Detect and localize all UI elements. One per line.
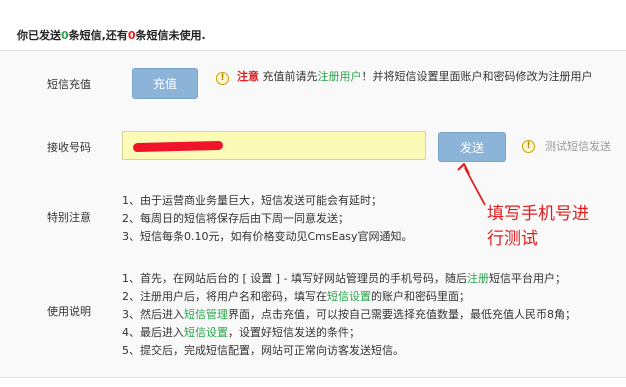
special-notes-list: 1、由于运营商业务量巨大，短信发送可能会有延时； 2、每周日的短信将保存后由下周… — [122, 192, 413, 246]
warning-icon: ! — [522, 140, 535, 153]
list-item: 1、由于运营商业务量巨大，短信发送可能会有延时； — [122, 194, 382, 207]
notice-text: 充值前请先 — [262, 70, 318, 83]
usage-text: 界面，点击充值，可以按自己需要选择充值数量，最低充值人民币8角； — [228, 308, 576, 321]
usage-text: ，设置好短信发送的条件； — [228, 326, 360, 339]
usage-text: 2、注册用户后，将用户名和密码，填写在 — [122, 290, 327, 303]
test-send-hint: 测试短信发送 — [545, 140, 611, 153]
register-link[interactable]: 注册 — [467, 272, 489, 285]
recharge-notice: 注意 充值前请先注册用户！并将短信设置里面账户和密码修改为注册用户 — [237, 68, 593, 84]
register-link[interactable]: 注册用户 — [318, 70, 362, 83]
list-item: 5、提交后，完成短信配置，网站可正常向访客发送短信。 — [122, 344, 404, 357]
list-item: 3、然后进入短信管理界面，点击充值，可以按自己需要选择充值数量，最低充值人民币8… — [122, 306, 576, 324]
send-button[interactable]: 发送 — [438, 132, 506, 162]
receive-number-label: 接收号码 — [47, 141, 91, 154]
divider — [0, 377, 626, 378]
sent-count: 0 — [61, 29, 69, 42]
unused-count: 0 — [127, 29, 136, 42]
usage-text: 3、然后进入 — [122, 308, 184, 321]
summary-text-3: 条短信未使用. — [135, 29, 206, 42]
usage-text: 短信平台用户； — [489, 272, 567, 285]
annotation-line: 行测试 — [487, 229, 538, 249]
usage-label: 使用说明 — [47, 305, 91, 318]
warning-icon: ! — [216, 72, 229, 85]
sms-summary: 你已发送0条短信,还有0条短信未使用. — [17, 27, 206, 43]
notice-prefix: 注意 — [237, 70, 259, 83]
usage-list: 1、首先，在网站后台的 [ 设置 ] - 填写好网站管理员的手机号码，随后注册短… — [122, 270, 576, 360]
usage-text: 4、最后进入 — [122, 326, 184, 339]
recharge-button[interactable]: 充值 — [132, 68, 198, 99]
phone-number-input[interactable] — [122, 131, 426, 160]
annotation-line: 填写手机号进 — [487, 204, 589, 224]
summary-text-2: 条短信,还有 — [68, 29, 128, 42]
list-item: 3、短信每条0.10元，如有价格变动见CmsEasy官网通知。 — [122, 230, 413, 243]
list-item: 2、每周日的短信将保存后由下周一同意发送； — [122, 212, 349, 225]
sms-settings-link[interactable]: 短信设置 — [184, 326, 228, 339]
annotation-text: 填写手机号进 行测试 — [487, 202, 617, 252]
special-notes-label: 特别注意 — [47, 211, 91, 224]
sms-settings-link[interactable]: 短信设置 — [327, 290, 371, 303]
recharge-label: 短信充值 — [47, 78, 91, 91]
usage-text: 的账户和密码里面； — [371, 290, 470, 303]
usage-text: 1、首先，在网站后台的 [ 设置 ] - 填写好网站管理员的手机号码，随后 — [122, 272, 468, 285]
redaction-mark — [132, 140, 224, 153]
sms-management-link[interactable]: 短信管理 — [184, 308, 228, 321]
list-item: 2、注册用户后，将用户名和密码，填写在短信设置的账户和密码里面； — [122, 288, 576, 306]
list-item: 4、最后进入短信设置，设置好短信发送的条件； — [122, 324, 576, 342]
list-item: 1、首先，在网站后台的 [ 设置 ] - 填写好网站管理员的手机号码，随后注册短… — [122, 270, 576, 288]
notice-suffix: ！并将短信设置里面账户和密码修改为注册用户 — [361, 70, 593, 83]
summary-text-1: 你已发送 — [17, 29, 61, 42]
